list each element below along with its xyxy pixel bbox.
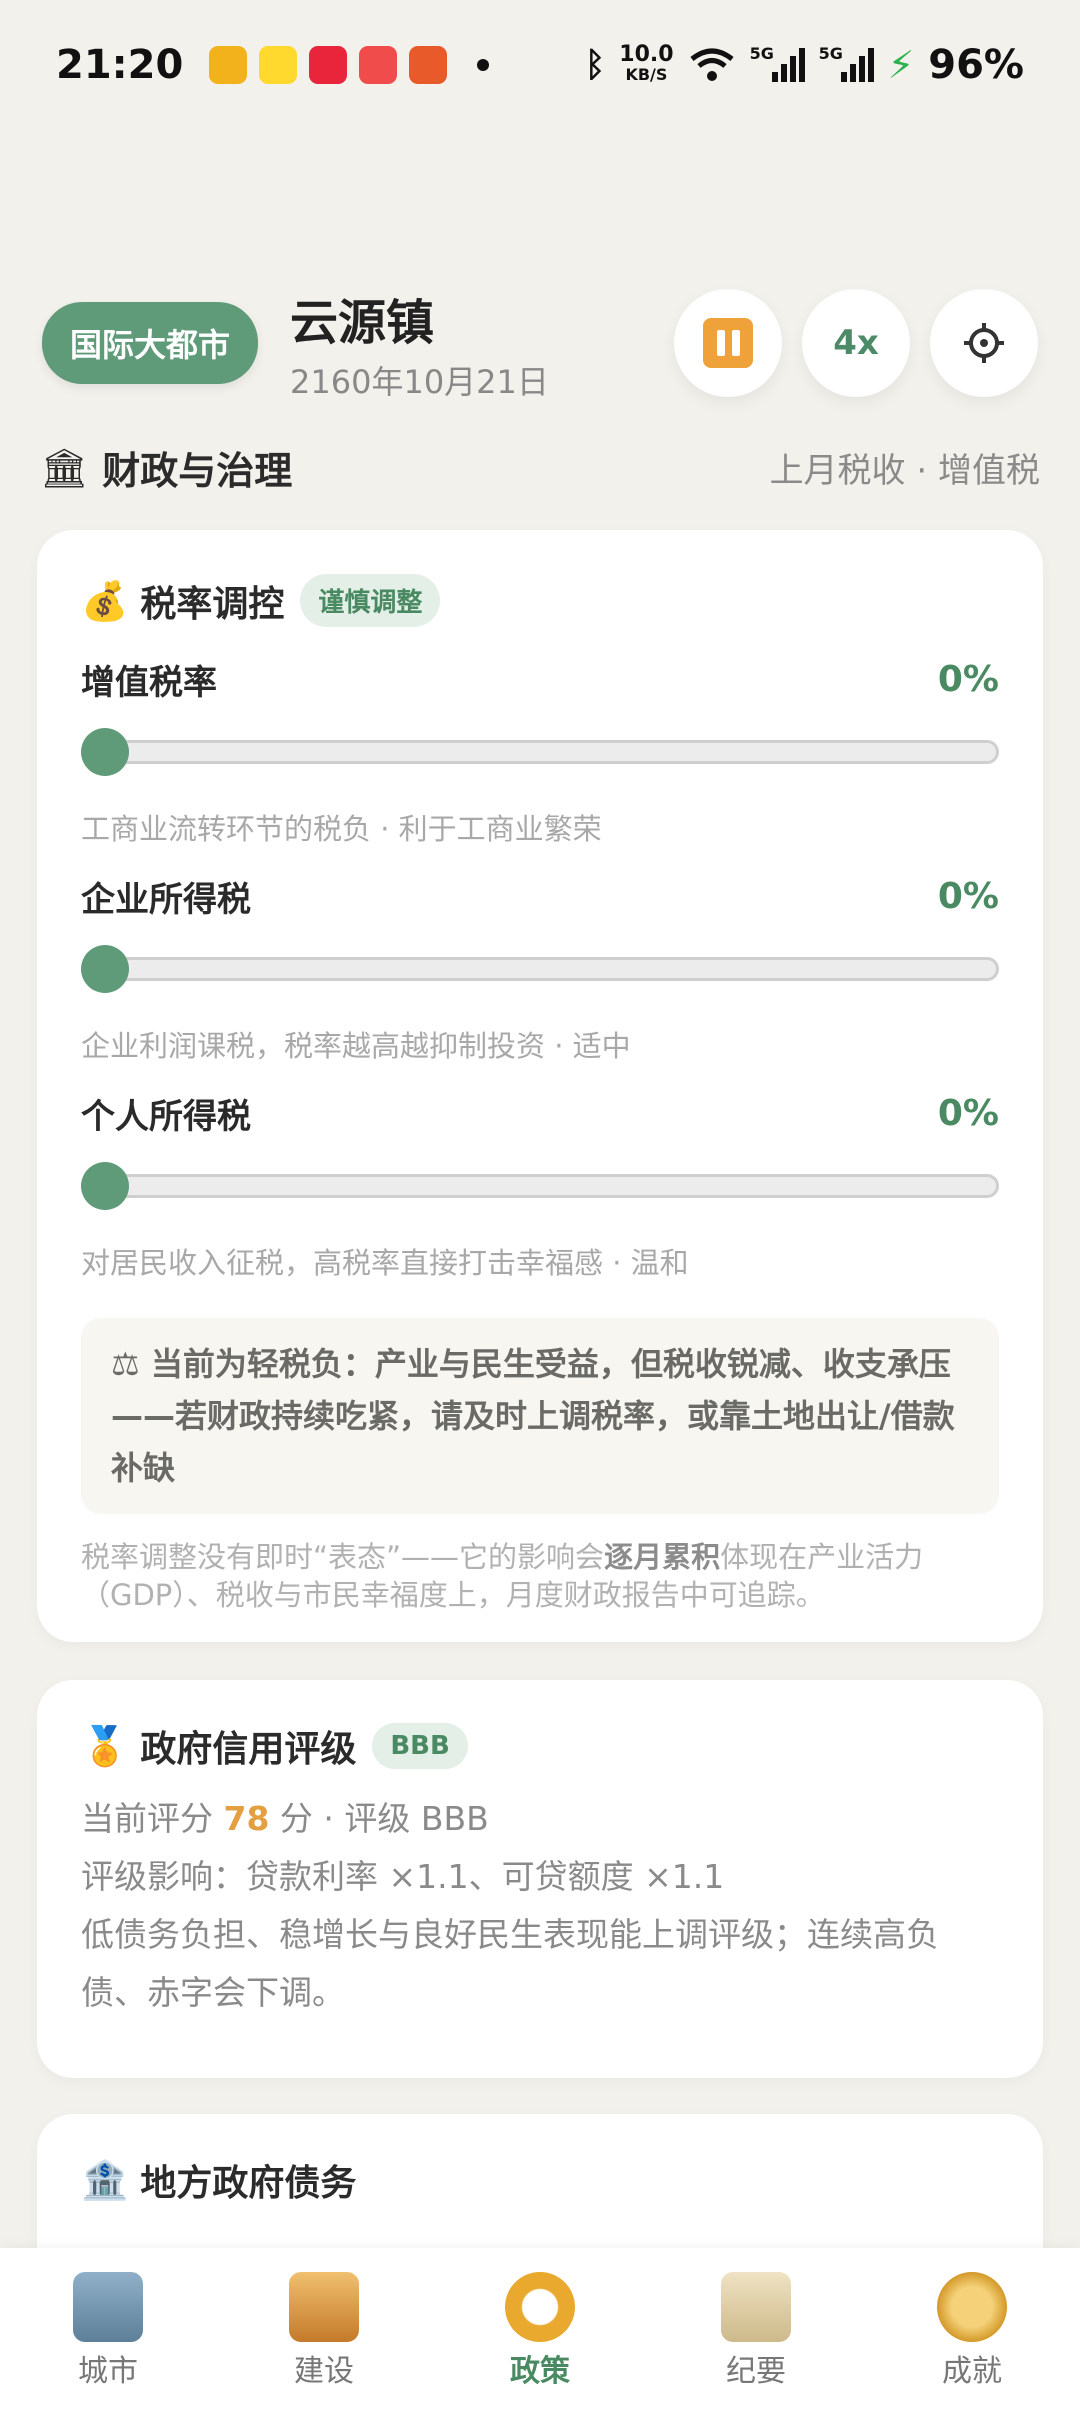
tax-name: 个人所得税: [81, 1097, 251, 1137]
app-notification-icon: [259, 46, 298, 84]
city-skyline-icon: [73, 2272, 143, 2342]
signal-5g-icon: 5G: [819, 44, 874, 82]
tax-burden-notice: ⚖ 当前为轻税负：产业与民生受益，但税收锐减、收支承压——若财政持续吃紧，请及时…: [81, 1318, 999, 1514]
battery-level: 96%: [928, 42, 1024, 88]
tax-rate-vat: 增值税率 0% 工商业流转环节的税负 · 利于工商业繁荣: [81, 655, 999, 848]
personal-tax-slider[interactable]: [81, 1162, 999, 1210]
speed-button[interactable]: 4x: [802, 289, 910, 397]
nav-policy[interactable]: 政策: [465, 2272, 615, 2390]
tax-value: 0%: [937, 659, 999, 700]
tax-description: 工商业流转环节的税负 · 利于工商业繁荣: [81, 812, 602, 846]
slider-track[interactable]: [81, 1174, 999, 1198]
tax-rate-personal: 个人所得税 0% 对居民收入征税，高税率直接打击幸福感 · 温和: [81, 1089, 999, 1282]
scroll-icon: [721, 2272, 791, 2342]
game-header: 国际大都市 云源镇 2160年10月21日 4x: [42, 288, 1038, 401]
pause-icon: [703, 318, 753, 368]
game-date: 2160年10月21日: [290, 363, 549, 401]
tax-description: 企业利润课税，税率越高越抑制投资 · 适中: [81, 1029, 631, 1063]
card-title: 地方政府债务: [140, 2163, 357, 2204]
tax-rate-corporate: 企业所得税 0% 企业利润课税，税率越高越抑制投资 · 适中: [81, 872, 999, 1065]
caution-tag: 谨慎调整: [300, 574, 441, 627]
bottom-navigation: 城市 建设 政策 纪要 成就: [0, 2248, 1080, 2414]
credit-score-line: 当前评分 78 分 · 评级 BBB: [81, 1799, 489, 1838]
wifi-icon: [690, 48, 734, 81]
tax-footnote: 税率调整没有即时“表态”——它的影响会逐月累积体现在产业活力（GDP）、税收与市…: [81, 1540, 924, 1612]
network-speed: 10.0 KB/S: [619, 42, 674, 85]
tax-description: 对居民收入征税，高税率直接打击幸福感 · 温和: [81, 1246, 689, 1280]
medal-icon: [937, 2272, 1007, 2342]
vat-slider[interactable]: [81, 728, 999, 776]
gear-icon: [964, 323, 1004, 363]
card-title: 税率调控: [140, 583, 285, 625]
tax-control-card: 💰 税率调控 谨慎调整 增值税率 0% 工商业流转环节的税负 · 利于工商业繁荣…: [37, 530, 1043, 1642]
crane-icon: [289, 2272, 359, 2342]
app-notification-icon: [309, 46, 348, 84]
nav-achievements[interactable]: 成就: [897, 2272, 1047, 2390]
status-bar: 21:20 ᛒ 10.0 KB/S 5G 5G ⚡ 96%: [0, 0, 1080, 130]
app-notification-icon: [409, 46, 448, 84]
corporate-tax-slider[interactable]: [81, 945, 999, 993]
town-name: 云源镇: [290, 295, 435, 351]
section-subtitle: 上月税收 · 增值税: [769, 451, 1040, 491]
town-info: 云源镇 2160年10月21日: [290, 283, 549, 403]
city-level-badge: 国际大都市: [42, 302, 259, 384]
credit-score: 78: [223, 1799, 270, 1838]
government-building-icon: 🏛: [40, 445, 89, 490]
tax-value: 0%: [937, 876, 999, 917]
bank-icon: 🏦: [81, 2158, 129, 2202]
section-title: 财政与治理: [102, 449, 293, 493]
bluetooth-icon: ᛒ: [584, 45, 606, 85]
app-notification-icon: [359, 46, 398, 84]
status-time: 21:20: [56, 42, 184, 88]
slider-track[interactable]: [81, 740, 999, 764]
slider-thumb[interactable]: [81, 1162, 129, 1210]
nav-records[interactable]: 纪要: [681, 2272, 831, 2390]
signal-5g-icon: 5G: [750, 44, 805, 82]
notification-icons: [209, 46, 490, 84]
credit-note: 低债务负担、稳增长与良好民生表现能上调评级；连续高负债、赤字会下调。: [81, 1915, 939, 2012]
charging-icon: ⚡: [887, 43, 915, 87]
credit-rating-card: 🏅 政府信用评级 BBB 当前评分 78 分 · 评级 BBB 评级影响：贷款利…: [37, 1680, 1043, 2078]
tax-name: 企业所得税: [81, 880, 251, 920]
grade-tag: BBB: [372, 1723, 468, 1769]
slider-track[interactable]: [81, 957, 999, 981]
tax-name: 增值税率: [81, 663, 217, 703]
credit-impact: 评级影响：贷款利率 ×1.1、可贷额度 ×1.1: [81, 1857, 725, 1896]
compass-icon: [505, 2272, 575, 2342]
medal-icon: 🏅: [81, 1724, 129, 1768]
more-notifications-dot: [477, 59, 490, 71]
tax-value: 0%: [937, 1093, 999, 1134]
pause-button[interactable]: [674, 289, 782, 397]
money-bag-icon: 💰: [81, 578, 129, 623]
finance-section-header: 🏛 财政与治理 上月税收 · 增值税: [40, 440, 1040, 495]
nav-build[interactable]: 建设: [249, 2272, 399, 2390]
nav-city[interactable]: 城市: [33, 2272, 183, 2390]
card-title: 政府信用评级: [140, 1729, 357, 1770]
settings-button[interactable]: [930, 289, 1038, 397]
slider-thumb[interactable]: [81, 728, 129, 776]
slider-thumb[interactable]: [81, 945, 129, 993]
app-notification-icon: [209, 46, 248, 84]
